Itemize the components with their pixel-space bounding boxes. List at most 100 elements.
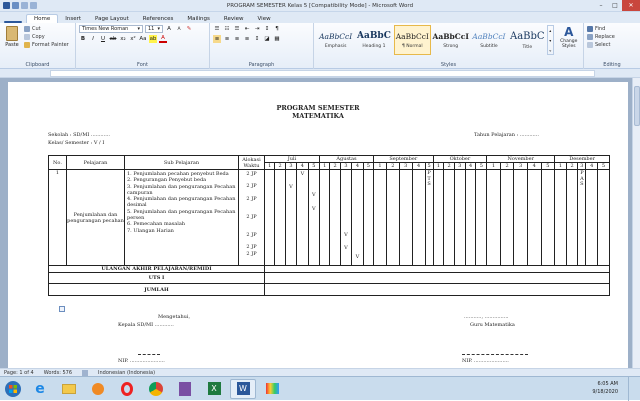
strikethrough-icon[interactable]: ab — [109, 35, 117, 43]
language-status[interactable]: Indonesian (Indonesia) — [98, 370, 155, 376]
taskbar: e X W 6:05 AM 9/18/2020 — [0, 376, 640, 401]
scissors-icon — [24, 26, 30, 32]
clock-time[interactable]: 6:05 AM — [592, 380, 618, 388]
paste-button[interactable]: Paste — [3, 25, 21, 49]
align-left-icon[interactable]: ≡ — [213, 35, 221, 43]
tab-review[interactable]: Review — [217, 15, 251, 23]
styles-scroll[interactable]: ▴ ▾ ▿ — [546, 25, 554, 55]
paragraph-label: Paragraph — [248, 62, 275, 68]
header-no: No. — [48, 155, 67, 170]
show-desktop-button[interactable] — [628, 377, 640, 401]
taskbar-media-player[interactable] — [85, 379, 111, 399]
select-button[interactable]: Select — [587, 41, 637, 49]
horizontal-ruler[interactable] — [50, 70, 595, 77]
style-strong[interactable]: AaBbCcI Strong — [432, 25, 469, 55]
alokasi-value: 2 JP — [246, 232, 257, 239]
ribbon-tabs: Home Insert Page Layout References Maili… — [0, 12, 640, 23]
taskbar-chrome[interactable] — [143, 379, 169, 399]
internet-explorer-icon: e — [35, 380, 45, 397]
tab-insert[interactable]: Insert — [58, 15, 88, 23]
kelas-line: Kelas/ Semester : V / I — [48, 140, 105, 146]
underline-icon[interactable]: U — [99, 35, 107, 43]
maximize-button[interactable]: □ — [608, 0, 622, 11]
subscript-icon[interactable]: x₂ — [119, 35, 127, 43]
clock-date[interactable]: 9/18/2020 — [592, 388, 618, 396]
tab-view[interactable]: View — [251, 15, 278, 23]
replace-button[interactable]: Replace — [587, 33, 637, 41]
font-name-select[interactable]: Times New Roman ▾ — [79, 25, 143, 33]
document-page[interactable]: PROGRAM SEMESTER MATEMATIKA Sekolah : SD… — [8, 82, 628, 372]
clear-format-icon[interactable]: ✎ — [185, 25, 193, 33]
change-styles-button[interactable]: A Change Styles — [558, 25, 580, 49]
shading-icon[interactable]: ◪ — [263, 35, 271, 43]
scroll-thumb[interactable] — [634, 86, 640, 126]
sort-icon[interactable]: ↕ — [263, 25, 271, 33]
taskbar-ie[interactable]: e — [27, 379, 53, 399]
numbering-icon[interactable]: ☷ — [223, 25, 231, 33]
style-normal[interactable]: AaBbCcI ¶ Normal — [393, 25, 432, 55]
superscript-icon[interactable]: x² — [129, 35, 137, 43]
italic-icon[interactable]: I — [89, 35, 97, 43]
multilevel-list-icon[interactable]: ☰ — [233, 25, 241, 33]
copy-button[interactable]: Copy — [24, 33, 69, 41]
decrease-indent-icon[interactable]: ⇤ — [243, 25, 251, 33]
tab-page-layout[interactable]: Page Layout — [88, 15, 136, 23]
change-styles-label: Change Styles — [560, 39, 578, 49]
bold-icon[interactable]: B — [79, 35, 87, 43]
spelling-icon[interactable] — [82, 369, 89, 376]
kepala-text: Kepala SD/MI ............ — [118, 322, 174, 328]
styles-group: AaBbCcI Emphasis AaBbC Heading 1 AaBbCcI ¶ … — [314, 23, 584, 69]
style-heading-1[interactable]: AaBbC Heading 1 — [355, 25, 392, 55]
style-sample: AaBbCcI — [472, 31, 506, 41]
tab-home[interactable]: Home — [26, 14, 59, 23]
start-button[interactable] — [2, 378, 24, 400]
font-size-select[interactable]: 11 ▾ — [145, 25, 163, 33]
clipboard-icon — [6, 26, 18, 41]
borders-icon[interactable]: ▦ — [273, 35, 281, 43]
find-button[interactable]: Find — [587, 25, 637, 33]
increase-indent-icon[interactable]: ⇥ — [253, 25, 261, 33]
justify-icon[interactable]: ≡ — [243, 35, 251, 43]
style-name: Emphasis — [324, 43, 347, 49]
uts-label: UTS I — [48, 272, 265, 284]
highlight-icon[interactable]: ab — [149, 35, 157, 43]
header-pelajaran: Pelajaran — [66, 155, 125, 170]
table-row: 1 Penjumlahan dan pengurangan pecahan 1.… — [48, 169, 611, 266]
status-bar: Page: 1 of 4 Words: 576 Indonesian (Indo… — [0, 368, 640, 376]
grow-font-icon[interactable]: A — [165, 25, 173, 33]
week-mark-cell — [499, 169, 515, 266]
shrink-font-icon[interactable]: A — [175, 25, 183, 33]
week-mark-cell — [411, 169, 426, 266]
tahun-line: Tahun Pelajaran : ............ — [474, 132, 539, 138]
word-count[interactable]: Words: 576 — [44, 370, 72, 376]
change-case-icon[interactable]: Aa — [139, 35, 147, 43]
mengetahui-text: Mengetahui, — [158, 314, 191, 320]
page-count[interactable]: Page: 1 of 4 — [4, 370, 34, 376]
line-spacing-icon[interactable]: ↕ — [253, 35, 261, 43]
taskbar-excel[interactable]: X — [201, 379, 227, 399]
table-move-handle[interactable] — [59, 306, 65, 312]
vertical-scrollbar[interactable] — [632, 78, 640, 368]
format-painter-button[interactable]: Format Painter — [24, 41, 69, 49]
style-title[interactable]: AaBbC Title — [509, 25, 546, 55]
week-mark-cell: VV — [339, 169, 353, 266]
taskbar-explorer[interactable] — [56, 379, 82, 399]
taskbar-paint[interactable] — [259, 379, 285, 399]
bullets-icon[interactable]: ☰ — [213, 25, 221, 33]
style-emphasis[interactable]: AaBbCcI Emphasis — [317, 25, 354, 55]
tab-references[interactable]: References — [136, 15, 181, 23]
week-cell: 3 — [339, 162, 353, 170]
week-cell: 5 — [307, 162, 321, 170]
taskbar-word[interactable]: W — [230, 378, 256, 399]
taskbar-opera[interactable] — [114, 379, 140, 399]
tab-mailings[interactable]: Mailings — [180, 15, 217, 23]
show-formatting-icon[interactable]: ¶ — [273, 25, 281, 33]
minimize-button[interactable]: – — [594, 0, 608, 11]
align-right-icon[interactable]: ≡ — [233, 35, 241, 43]
font-color-icon[interactable]: A — [159, 35, 167, 43]
cut-button[interactable]: Cut — [24, 25, 69, 33]
close-button[interactable]: ✕ — [622, 0, 640, 11]
align-center-icon[interactable]: ≡ — [223, 35, 231, 43]
taskbar-winrar[interactable] — [172, 379, 198, 399]
style-subtitle[interactable]: AaBbCcI Subtitle — [470, 25, 507, 55]
